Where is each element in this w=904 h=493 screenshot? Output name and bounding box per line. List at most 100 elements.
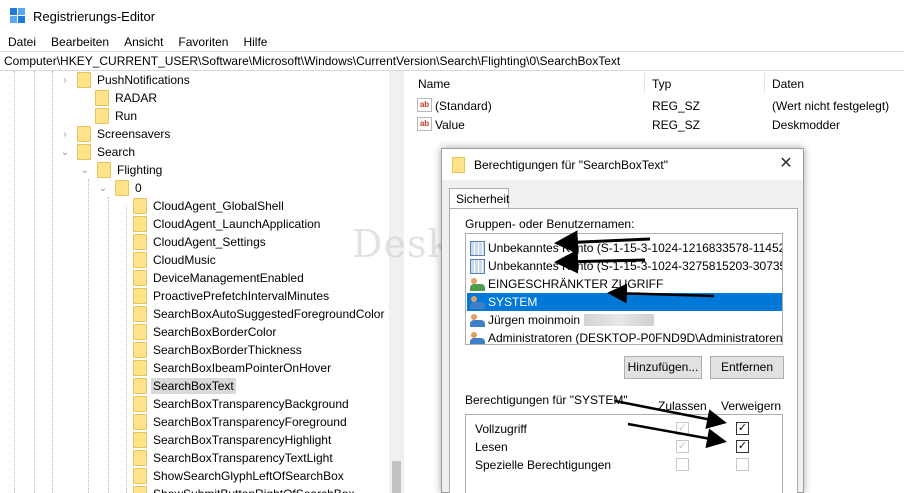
- account-icon: [470, 240, 485, 256]
- menu-view[interactable]: Ansicht: [124, 35, 163, 49]
- list-item[interactable]: Jürgen moinmoin: [470, 311, 782, 329]
- deny-checkbox[interactable]: ✓: [736, 440, 749, 453]
- tree-item[interactable]: SearchBoxTransparencyTextLight: [116, 449, 333, 467]
- folder-icon: [133, 252, 147, 268]
- string-value-icon: ab: [417, 98, 432, 112]
- tree-item-label: SearchBoxBorderThickness: [153, 343, 302, 357]
- folder-icon: [115, 180, 129, 196]
- tree-item-label: SearchBoxTransparencyBackground: [153, 397, 349, 411]
- tree-item[interactable]: CloudAgent_GlobalShell: [116, 197, 284, 215]
- tree-item-label: Screensavers: [97, 127, 171, 141]
- tree-item[interactable]: CloudMusic: [116, 251, 216, 269]
- allow-checkbox: ✓: [676, 422, 689, 435]
- allow-checkbox: ✓: [676, 440, 689, 453]
- tree-item[interactable]: ShowSubmitButtonRightOfSearchBox: [116, 485, 354, 493]
- value-type: REG_SZ: [652, 118, 701, 132]
- col-name[interactable]: Name: [418, 77, 450, 91]
- chevron-right-icon: [116, 305, 126, 323]
- list-item[interactable]: Unbekanntes Konto (S-1-15-3-1024-3275815…: [470, 257, 782, 275]
- tree-item[interactable]: ⌄ Flighting: [80, 161, 162, 179]
- tree-item[interactable]: SearchBoxBorderColor: [116, 323, 276, 341]
- tree-item[interactable]: › PushNotifications: [60, 71, 190, 89]
- chevron-right-icon: [116, 269, 126, 287]
- user-list[interactable]: Unbekanntes Konto (S-1-15-3-1024-1216833…: [465, 233, 783, 345]
- tree-item[interactable]: SearchBoxAutoSuggestedForegroundColor: [116, 305, 384, 323]
- folder-icon: [77, 126, 91, 142]
- tree-item[interactable]: ShowSearchGlyphLeftOfSearchBox: [116, 467, 344, 485]
- tree-item-label: SearchBoxAutoSuggestedForegroundColor: [153, 307, 385, 321]
- tree-item[interactable]: SearchBoxBorderThickness: [116, 341, 302, 359]
- list-item[interactable]: EINGESCHRÄNKTER ZUGRIFF: [470, 275, 782, 293]
- tree-item-label: Search: [97, 145, 136, 159]
- menu-help[interactable]: Hilfe: [243, 35, 267, 49]
- tree-item[interactable]: CloudAgent_Settings: [116, 233, 266, 251]
- chevron-right-icon: [116, 449, 126, 467]
- tree-item-label: CloudMusic: [153, 253, 216, 267]
- values-header: Name Typ Daten: [410, 71, 904, 95]
- chevron-down-icon[interactable]: ⌄: [60, 143, 70, 161]
- list-item[interactable]: Administratoren (DESKTOP-P0FND9D\Adminis…: [470, 329, 782, 344]
- col-data[interactable]: Daten: [772, 77, 804, 91]
- key-tree[interactable]: › PushNotifications RADAR Run › Screensavers ⌄…: [0, 71, 404, 493]
- chevron-right-icon[interactable]: ›: [60, 71, 70, 89]
- chevron-down-icon[interactable]: ⌄: [98, 179, 108, 197]
- chevron-down-icon[interactable]: ⌄: [80, 161, 90, 179]
- list-item-selected[interactable]: SYSTEM: [467, 293, 782, 311]
- tree-item[interactable]: Run: [78, 107, 137, 125]
- folder-icon: [133, 414, 147, 430]
- tree-item[interactable]: SearchBoxIbeamPointerOnHover: [116, 359, 331, 377]
- tree-item[interactable]: SearchBoxTransparencyHighlight: [116, 431, 331, 449]
- value-name: (Standard): [435, 99, 492, 113]
- folder-icon: [133, 396, 147, 412]
- window-title: Registrierungs-Editor: [33, 8, 156, 24]
- chevron-right-icon: [116, 377, 126, 395]
- remove-button[interactable]: Entfernen: [710, 356, 784, 379]
- user-icon: [470, 313, 485, 328]
- group-icon: [470, 331, 485, 344]
- menu-file[interactable]: Datei: [8, 35, 36, 49]
- chevron-right-icon: [116, 233, 126, 251]
- menu-favorites[interactable]: Favoriten: [178, 35, 228, 49]
- deny-column-header: Verweigern: [721, 399, 782, 413]
- tree-item[interactable]: SearchBoxText: [116, 377, 236, 395]
- folder-icon: [452, 156, 465, 173]
- chevron-right-icon: [116, 395, 126, 413]
- col-type[interactable]: Typ: [652, 77, 671, 91]
- tree-item[interactable]: SearchBoxTransparencyForeground: [116, 413, 347, 431]
- tree-item[interactable]: ProactivePrefetchIntervalMinutes: [116, 287, 329, 305]
- add-button[interactable]: Hinzufügen...: [624, 356, 702, 379]
- folder-icon: [133, 468, 147, 484]
- chevron-right-icon: [116, 431, 126, 449]
- permissions-list: Vollzugriff ✓ ✓ Lesen ✓ ✓ Spezielle Bere…: [465, 414, 783, 493]
- value-row-default[interactable]: ab (Standard) REG_SZ (Wert nicht festgel…: [410, 96, 904, 115]
- close-icon[interactable]: ✕: [777, 155, 795, 173]
- folder-icon: [133, 378, 147, 394]
- tree-item[interactable]: CloudAgent_LaunchApplication: [116, 215, 320, 233]
- permission-row: Spezielle Berechtigungen: [475, 456, 775, 474]
- menu-edit[interactable]: Bearbeiten: [51, 35, 109, 49]
- folder-icon: [97, 162, 111, 178]
- tree-item[interactable]: ⌄ Search: [60, 143, 135, 161]
- tree-scrollbar[interactable]: [389, 71, 404, 493]
- tree-item[interactable]: › Screensavers: [60, 125, 170, 143]
- tree-item[interactable]: SearchBoxTransparencyBackground: [116, 395, 349, 413]
- chevron-right-icon: [116, 287, 126, 305]
- permission-row: Vollzugriff ✓ ✓: [475, 422, 749, 436]
- tree-item[interactable]: ⌄ 0: [98, 179, 142, 197]
- tab-security[interactable]: Sicherheit: [449, 188, 509, 209]
- chevron-right-icon[interactable]: ›: [60, 125, 70, 143]
- list-item[interactable]: Unbekanntes Konto (S-1-15-3-1024-1216833…: [470, 239, 782, 257]
- address-bar[interactable]: Computer\HKEY_CURRENT_USER\Software\Micr…: [0, 51, 904, 71]
- value-row-value[interactable]: ab Value REG_SZ Deskmodder: [410, 115, 904, 134]
- value-data: (Wert nicht festgelegt): [772, 99, 890, 113]
- tree-item[interactable]: RADAR: [78, 89, 157, 107]
- permissions-for-label: Berechtigungen für "SYSTEM": [465, 393, 628, 407]
- tree-item-label: ProactivePrefetchIntervalMinutes: [153, 289, 330, 303]
- tree-scrollbar-thumb[interactable]: [392, 461, 401, 493]
- tree-item[interactable]: DeviceManagementEnabled: [116, 269, 304, 287]
- deny-checkbox[interactable]: ✓: [736, 422, 749, 435]
- chevron-right-icon: [116, 251, 126, 269]
- permission-row: Lesen ✓ ✓: [475, 440, 749, 454]
- redacted-block: [584, 314, 655, 326]
- menu-bar: Datei Bearbeiten Ansicht Favoriten Hilfe: [0, 32, 904, 51]
